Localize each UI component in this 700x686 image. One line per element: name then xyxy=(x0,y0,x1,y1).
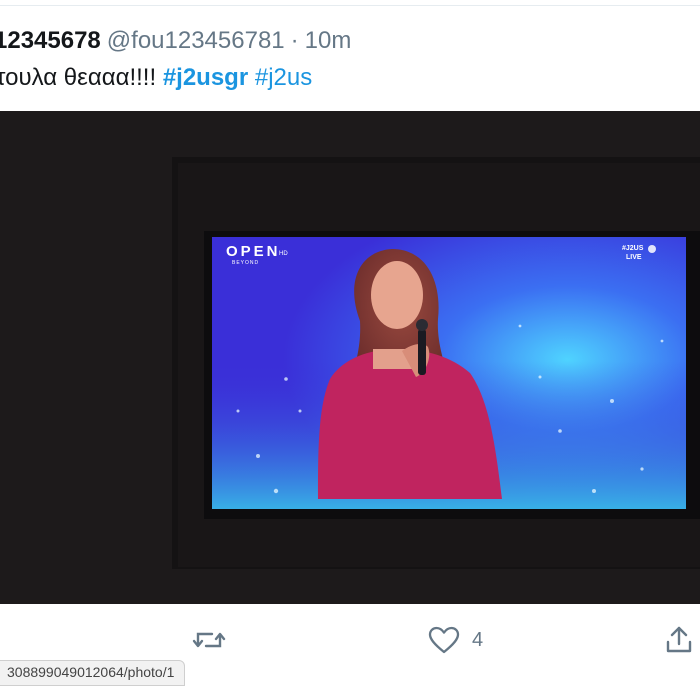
svg-text:#J2US: #J2US xyxy=(622,245,644,252)
svg-text:HD: HD xyxy=(279,251,288,257)
retweet-icon xyxy=(192,632,226,648)
top-divider xyxy=(0,5,700,6)
like-count: 4 xyxy=(472,628,484,651)
status-url: 308899049012064/photo/1 xyxy=(7,664,175,680)
svg-text:OPEN: OPEN xyxy=(226,243,281,260)
browser-status-bar: 308899049012064/photo/1 xyxy=(0,660,186,686)
display-name[interactable]: 12345678 xyxy=(0,27,101,54)
svg-text:BEYOND: BEYOND xyxy=(232,260,259,266)
tweet-photo[interactable]: OPEN HD BEYOND #J2US LIVE xyxy=(0,111,700,604)
tweet-actions: 4 xyxy=(0,618,700,662)
tweet-header: 12345678 @fou123456781 · 10m xyxy=(0,26,351,56)
heart-icon xyxy=(428,626,460,654)
microphone-icon xyxy=(418,329,426,375)
tweet-text: τουλα θεααα!!!! #j2usgr #j2us xyxy=(0,62,312,94)
retweet-button[interactable] xyxy=(192,618,226,662)
hashtag-link[interactable]: #j2us xyxy=(255,64,312,91)
separator-dot: · xyxy=(290,27,299,54)
share-button[interactable] xyxy=(664,618,694,662)
tweet-timestamp[interactable]: 10m xyxy=(305,27,352,54)
svg-text:LIVE: LIVE xyxy=(626,254,642,261)
user-handle[interactable]: @fou123456781 xyxy=(107,27,285,54)
like-button[interactable]: 4 xyxy=(428,618,483,662)
tweet-text-body: τουλα θεααα!!!! xyxy=(0,64,157,91)
share-icon xyxy=(666,626,692,653)
photo-scene: OPEN HD BEYOND #J2US LIVE xyxy=(0,111,700,604)
hashtag-link[interactable]: #j2usgr xyxy=(163,64,248,91)
